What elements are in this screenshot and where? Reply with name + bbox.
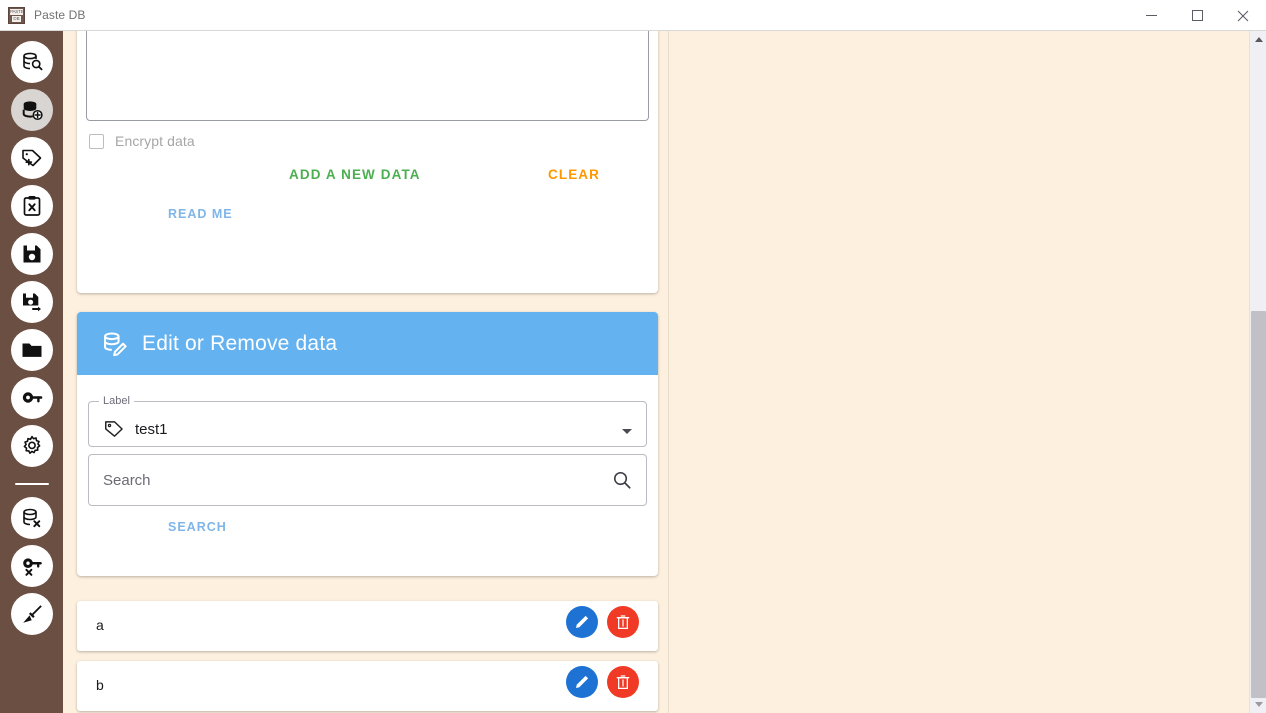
sidebar-item-open-file[interactable] xyxy=(10,329,53,371)
label-select-value-wrap: test1 xyxy=(103,418,168,440)
sidebar-item-add-database[interactable] xyxy=(10,89,53,131)
edit-row-button[interactable] xyxy=(566,666,598,698)
data-textarea[interactable] xyxy=(86,31,649,121)
result-row[interactable]: a xyxy=(77,601,658,651)
edit-remove-data-title: Edit or Remove data xyxy=(142,331,338,355)
scrollbar-thumb[interactable] xyxy=(1251,311,1266,698)
folder-open-icon xyxy=(22,343,41,357)
sidebar-item-clean-up[interactable] xyxy=(10,593,53,635)
edit-remove-data-header: Edit or Remove data xyxy=(77,312,658,375)
chevron-down-icon[interactable] xyxy=(622,429,632,434)
result-row-actions xyxy=(566,666,639,698)
floppy-export-icon xyxy=(22,293,41,312)
label-select-legend: Label xyxy=(103,395,130,407)
sidebar-item-remove-password[interactable] xyxy=(10,545,53,587)
window-title: Paste DB xyxy=(34,8,86,22)
floppy-save-icon xyxy=(23,245,40,263)
result-row-actions xyxy=(566,606,639,638)
window-titlebar: PASTE DB Paste DB xyxy=(0,0,1266,31)
search-field[interactable] xyxy=(88,454,647,506)
tag-icon xyxy=(105,421,123,437)
result-row-text: a xyxy=(96,617,104,633)
broom-icon xyxy=(22,605,42,623)
window-controls xyxy=(1128,0,1266,31)
label-select[interactable]: Label test1 xyxy=(88,395,647,447)
pencil-icon xyxy=(576,675,589,688)
sidebar xyxy=(0,31,63,713)
gear-icon xyxy=(23,435,40,454)
search-button[interactable]: SEARCH xyxy=(160,514,235,540)
add-a-new-data-button[interactable]: ADD A NEW DATA xyxy=(281,161,429,188)
edit-row-button[interactable] xyxy=(566,606,598,638)
sidebar-item-settings[interactable] xyxy=(10,425,53,467)
sidebar-divider xyxy=(14,483,49,485)
sidebar-item-search-database[interactable] xyxy=(10,41,53,83)
scroll-content: Encrypt data ADD A NEW DATA CLEAR READ M… xyxy=(63,31,1251,713)
vertical-scrollbar[interactable] xyxy=(1249,31,1266,713)
app-icon-top-text: PASTE xyxy=(10,8,24,15)
delete-row-button[interactable] xyxy=(607,606,639,638)
sidebar-item-save-as[interactable] xyxy=(10,281,53,323)
key-icon xyxy=(22,392,42,403)
scroll-up-button[interactable] xyxy=(1250,31,1266,48)
tag-add-icon xyxy=(21,149,41,167)
maximize-button[interactable] xyxy=(1174,0,1220,31)
encrypt-data-row[interactable]: Encrypt data xyxy=(89,133,195,149)
workspace: Encrypt data ADD A NEW DATA CLEAR READ M… xyxy=(0,31,1266,713)
add-data-card: Encrypt data ADD A NEW DATA CLEAR READ M… xyxy=(77,31,658,293)
trash-icon xyxy=(616,615,630,629)
delete-row-button[interactable] xyxy=(607,666,639,698)
clear-button[interactable]: CLEAR xyxy=(540,161,608,188)
search-input[interactable] xyxy=(103,455,603,505)
trash-icon xyxy=(616,675,630,689)
sidebar-item-add-label[interactable] xyxy=(10,137,53,179)
close-icon xyxy=(1237,10,1249,21)
database-search-icon xyxy=(22,52,43,71)
scroll-down-button[interactable] xyxy=(1250,696,1266,713)
pencil-icon xyxy=(576,615,589,628)
sidebar-item-save[interactable] xyxy=(10,233,53,275)
app-icon-bottom-text: DB xyxy=(12,15,21,22)
app-icon: PASTE DB xyxy=(8,6,25,24)
sidebar-item-clipboard-remove[interactable] xyxy=(10,185,53,227)
minimize-button[interactable] xyxy=(1128,0,1174,31)
database-x-icon xyxy=(22,508,40,528)
result-row-text: b xyxy=(96,677,104,693)
database-add-icon xyxy=(22,101,43,121)
search-icon-button[interactable] xyxy=(611,469,633,496)
key-x-icon xyxy=(22,558,42,576)
database-edit-icon xyxy=(104,332,127,357)
encrypt-data-label: Encrypt data xyxy=(115,133,195,149)
read-me-link[interactable]: READ ME xyxy=(160,201,241,227)
caret-down-icon xyxy=(1254,702,1263,707)
caret-up-icon xyxy=(1254,37,1263,42)
close-button[interactable] xyxy=(1220,0,1266,31)
clipboard-x-icon xyxy=(23,196,40,216)
label-select-value: test1 xyxy=(135,420,168,438)
column-divider xyxy=(668,31,669,713)
sidebar-item-delete-database[interactable] xyxy=(10,497,53,539)
sidebar-item-password[interactable] xyxy=(10,377,53,419)
edit-remove-data-card: Edit or Remove data Label test1 Search S… xyxy=(77,312,658,576)
search-icon xyxy=(613,471,631,489)
encrypt-data-checkbox[interactable] xyxy=(89,133,104,149)
result-row[interactable]: b xyxy=(77,661,658,711)
